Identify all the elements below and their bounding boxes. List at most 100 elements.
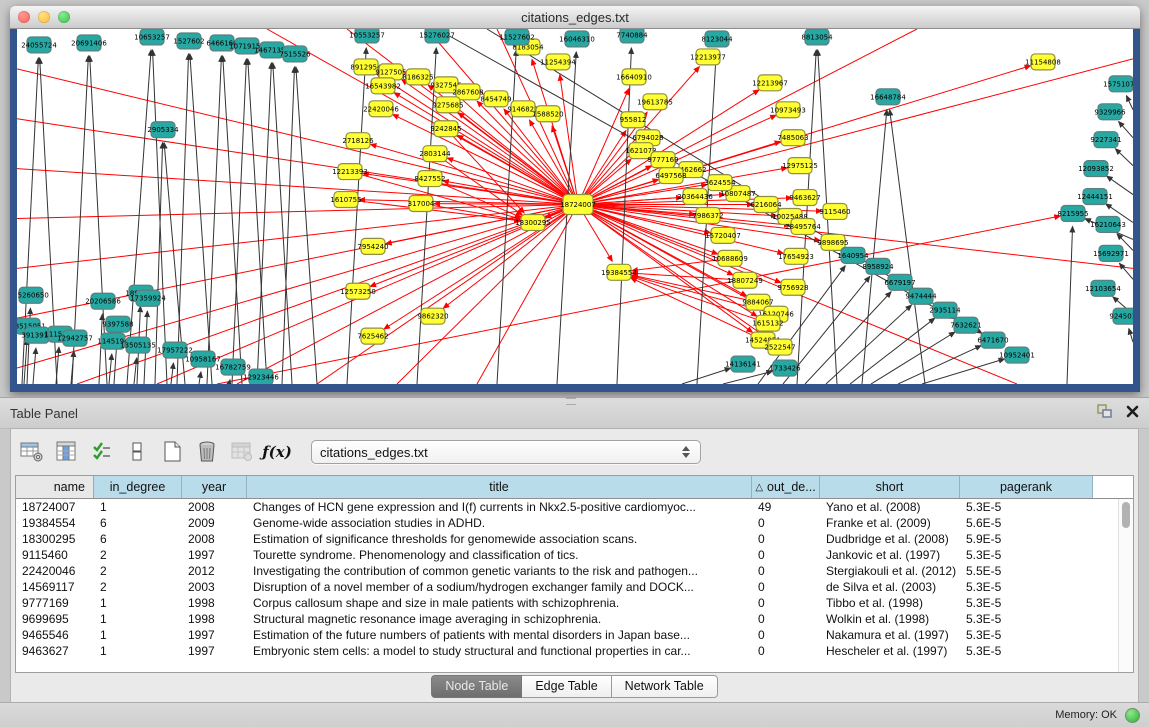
table-cell[interactable]: 1 [94,611,182,627]
table-cell[interactable]: 0 [752,531,820,547]
graph-edge-black[interactable] [273,63,292,384]
graph-edge-red[interactable] [397,205,578,384]
table-cell[interactable]: Embryonic stem cells: a model to study s… [247,643,752,659]
table-cell[interactable]: Structural magnetic resonance image aver… [247,611,752,627]
graph-edge-black[interactable] [199,372,201,384]
graph-edge-black[interactable] [723,371,772,384]
table-cell[interactable]: Estimation of the future numbers of pati… [247,627,752,643]
network-graph[interactable]: 1872400718300295193845548912954912750581… [17,29,1133,384]
network-canvas[interactable]: 1872400718300295193845548912954912750581… [17,29,1133,384]
graph-edge-black[interactable] [1115,149,1133,166]
table-cell[interactable]: 1997 [182,627,247,643]
table-cell[interactable]: 49 [752,499,820,515]
table-cell[interactable]: 14569117 [16,579,94,595]
table-cell[interactable]: 22420046 [16,563,94,579]
column-header-pagerank[interactable]: pagerank [960,476,1093,498]
table-cell[interactable]: 5.3E-5 [960,579,1093,595]
table-cell[interactable]: 18724007 [16,499,94,515]
table-row[interactable]: 969969511998Structural magnetic resonanc… [16,611,1119,627]
delete-table-icon[interactable] [194,439,220,465]
network-file-select[interactable]: citations_edges.txt [311,440,701,464]
graph-edge-black[interactable] [890,110,925,384]
table-cell[interactable]: 0 [752,515,820,531]
table-cell[interactable]: Dudbridge et al. (2008) [820,531,960,547]
graph-edge-red[interactable] [17,169,578,205]
graph-edge-black[interactable] [1129,329,1133,343]
table-cell[interactable]: de Silva et al. (2003) [820,579,960,595]
table-cell[interactable]: 0 [752,611,820,627]
table-row[interactable]: 946362711997Embryonic stem cells: a mode… [16,643,1119,659]
row-select-icon[interactable] [89,439,115,465]
graph-edge-black[interactable] [109,354,112,384]
column-header-out-de-[interactable]: △out_de... [752,476,820,498]
table-cell[interactable]: 0 [752,563,820,579]
table-cell[interactable]: 5.3E-5 [960,627,1093,643]
table-cell[interactable]: 2009 [182,515,247,531]
table-cell[interactable]: 2008 [182,499,247,515]
table-cell[interactable]: 2012 [182,563,247,579]
graph-edge-black[interactable] [282,67,294,384]
table-cell[interactable]: 0 [752,643,820,659]
graph-edge-black[interactable] [805,292,891,384]
tab-node-table[interactable]: Node Table [431,675,522,698]
graph-edge-black[interactable] [1067,226,1073,384]
column-header-name[interactable]: name [16,476,94,498]
table-cell[interactable]: 0 [752,595,820,611]
table-cell[interactable]: 2003 [182,579,247,595]
table-cell[interactable]: 0 [752,627,820,643]
graph-edge-black[interactable] [171,363,173,384]
table-cell[interactable]: 9115460 [16,547,94,563]
table-cell[interactable]: 1998 [182,595,247,611]
table-cell[interactable]: 2 [94,563,182,579]
table-row[interactable]: 911546021997Tourette syndrome. Phenomeno… [16,547,1119,563]
table-cell[interactable]: 5.3E-5 [960,547,1093,563]
scrollbar-thumb[interactable] [1122,502,1130,528]
table-cell[interactable]: Genome-wide association studies in ADHD. [247,515,752,531]
table-cell[interactable]: 0 [752,547,820,563]
table-options-icon[interactable] [19,439,45,465]
graph-edge-black[interactable] [826,305,911,384]
column-header-title[interactable]: title [247,476,752,498]
table-cell[interactable]: 5.9E-5 [960,531,1093,547]
graph-edge-red[interactable] [370,144,578,204]
table-cell[interactable]: 5.3E-5 [960,643,1093,659]
table-cell[interactable]: 1 [94,627,182,643]
tab-edge-table[interactable]: Edge Table [522,675,611,698]
table-row[interactable]: 1938455462009Genome-wide association stu… [16,515,1119,531]
table-cell[interactable]: Corpus callosum shape and size in male p… [247,595,752,611]
table-cell[interactable]: 1997 [182,643,247,659]
table-cell[interactable]: Changes of HCN gene expression and I(f) … [247,499,752,515]
graph-edge-black[interactable] [1107,176,1133,194]
table-cell[interactable]: 2 [94,547,182,563]
graph-edge-black[interactable] [862,110,887,384]
table-cell[interactable]: Wolkin et al. (1998) [820,611,960,627]
table-cell[interactable]: Stergiakouli et al. (2012) [820,563,960,579]
table-cell[interactable]: Jankovic et al. (1997) [820,547,960,563]
table-row[interactable]: 946554611997Estimation of the future num… [16,627,1119,643]
graph-edge-black[interactable] [229,380,230,384]
window-titlebar[interactable]: citations_edges.txt [10,6,1140,29]
graph-edge-black[interactable] [850,318,935,384]
graph-edge-black[interactable] [417,48,436,384]
close-panel-icon[interactable] [1126,405,1139,418]
graph-edge-black[interactable] [1119,263,1133,279]
table-cell[interactable]: 9463627 [16,643,94,659]
function-builder-icon[interactable]: ƒ(x) [264,439,290,465]
table-cell[interactable]: 6 [94,515,182,531]
table-cell[interactable]: 19384554 [16,515,94,531]
table-cell[interactable]: Franke et al. (2009) [820,515,960,531]
table-cell[interactable]: Hescheler et al. (1997) [820,643,960,659]
table-row[interactable]: 1830029562008Estimation of significance … [16,531,1119,547]
float-panel-icon[interactable] [1097,404,1112,418]
table-cell[interactable]: Tourette syndrome. Phenomenology and cla… [247,547,752,563]
table-cell[interactable]: 0 [752,579,820,595]
table-cell[interactable]: 1997 [182,547,247,563]
rows-icon[interactable] [124,439,150,465]
table-cell[interactable]: 5.3E-5 [960,611,1093,627]
table-cell[interactable]: 2 [94,579,182,595]
table-cell[interactable]: 6 [94,531,182,547]
table-cell[interactable]: 1998 [182,611,247,627]
table-cell[interactable]: 5.6E-5 [960,515,1093,531]
column-edit-icon[interactable] [54,439,80,465]
table-row[interactable]: 2242004622012Investigating the contribut… [16,563,1119,579]
